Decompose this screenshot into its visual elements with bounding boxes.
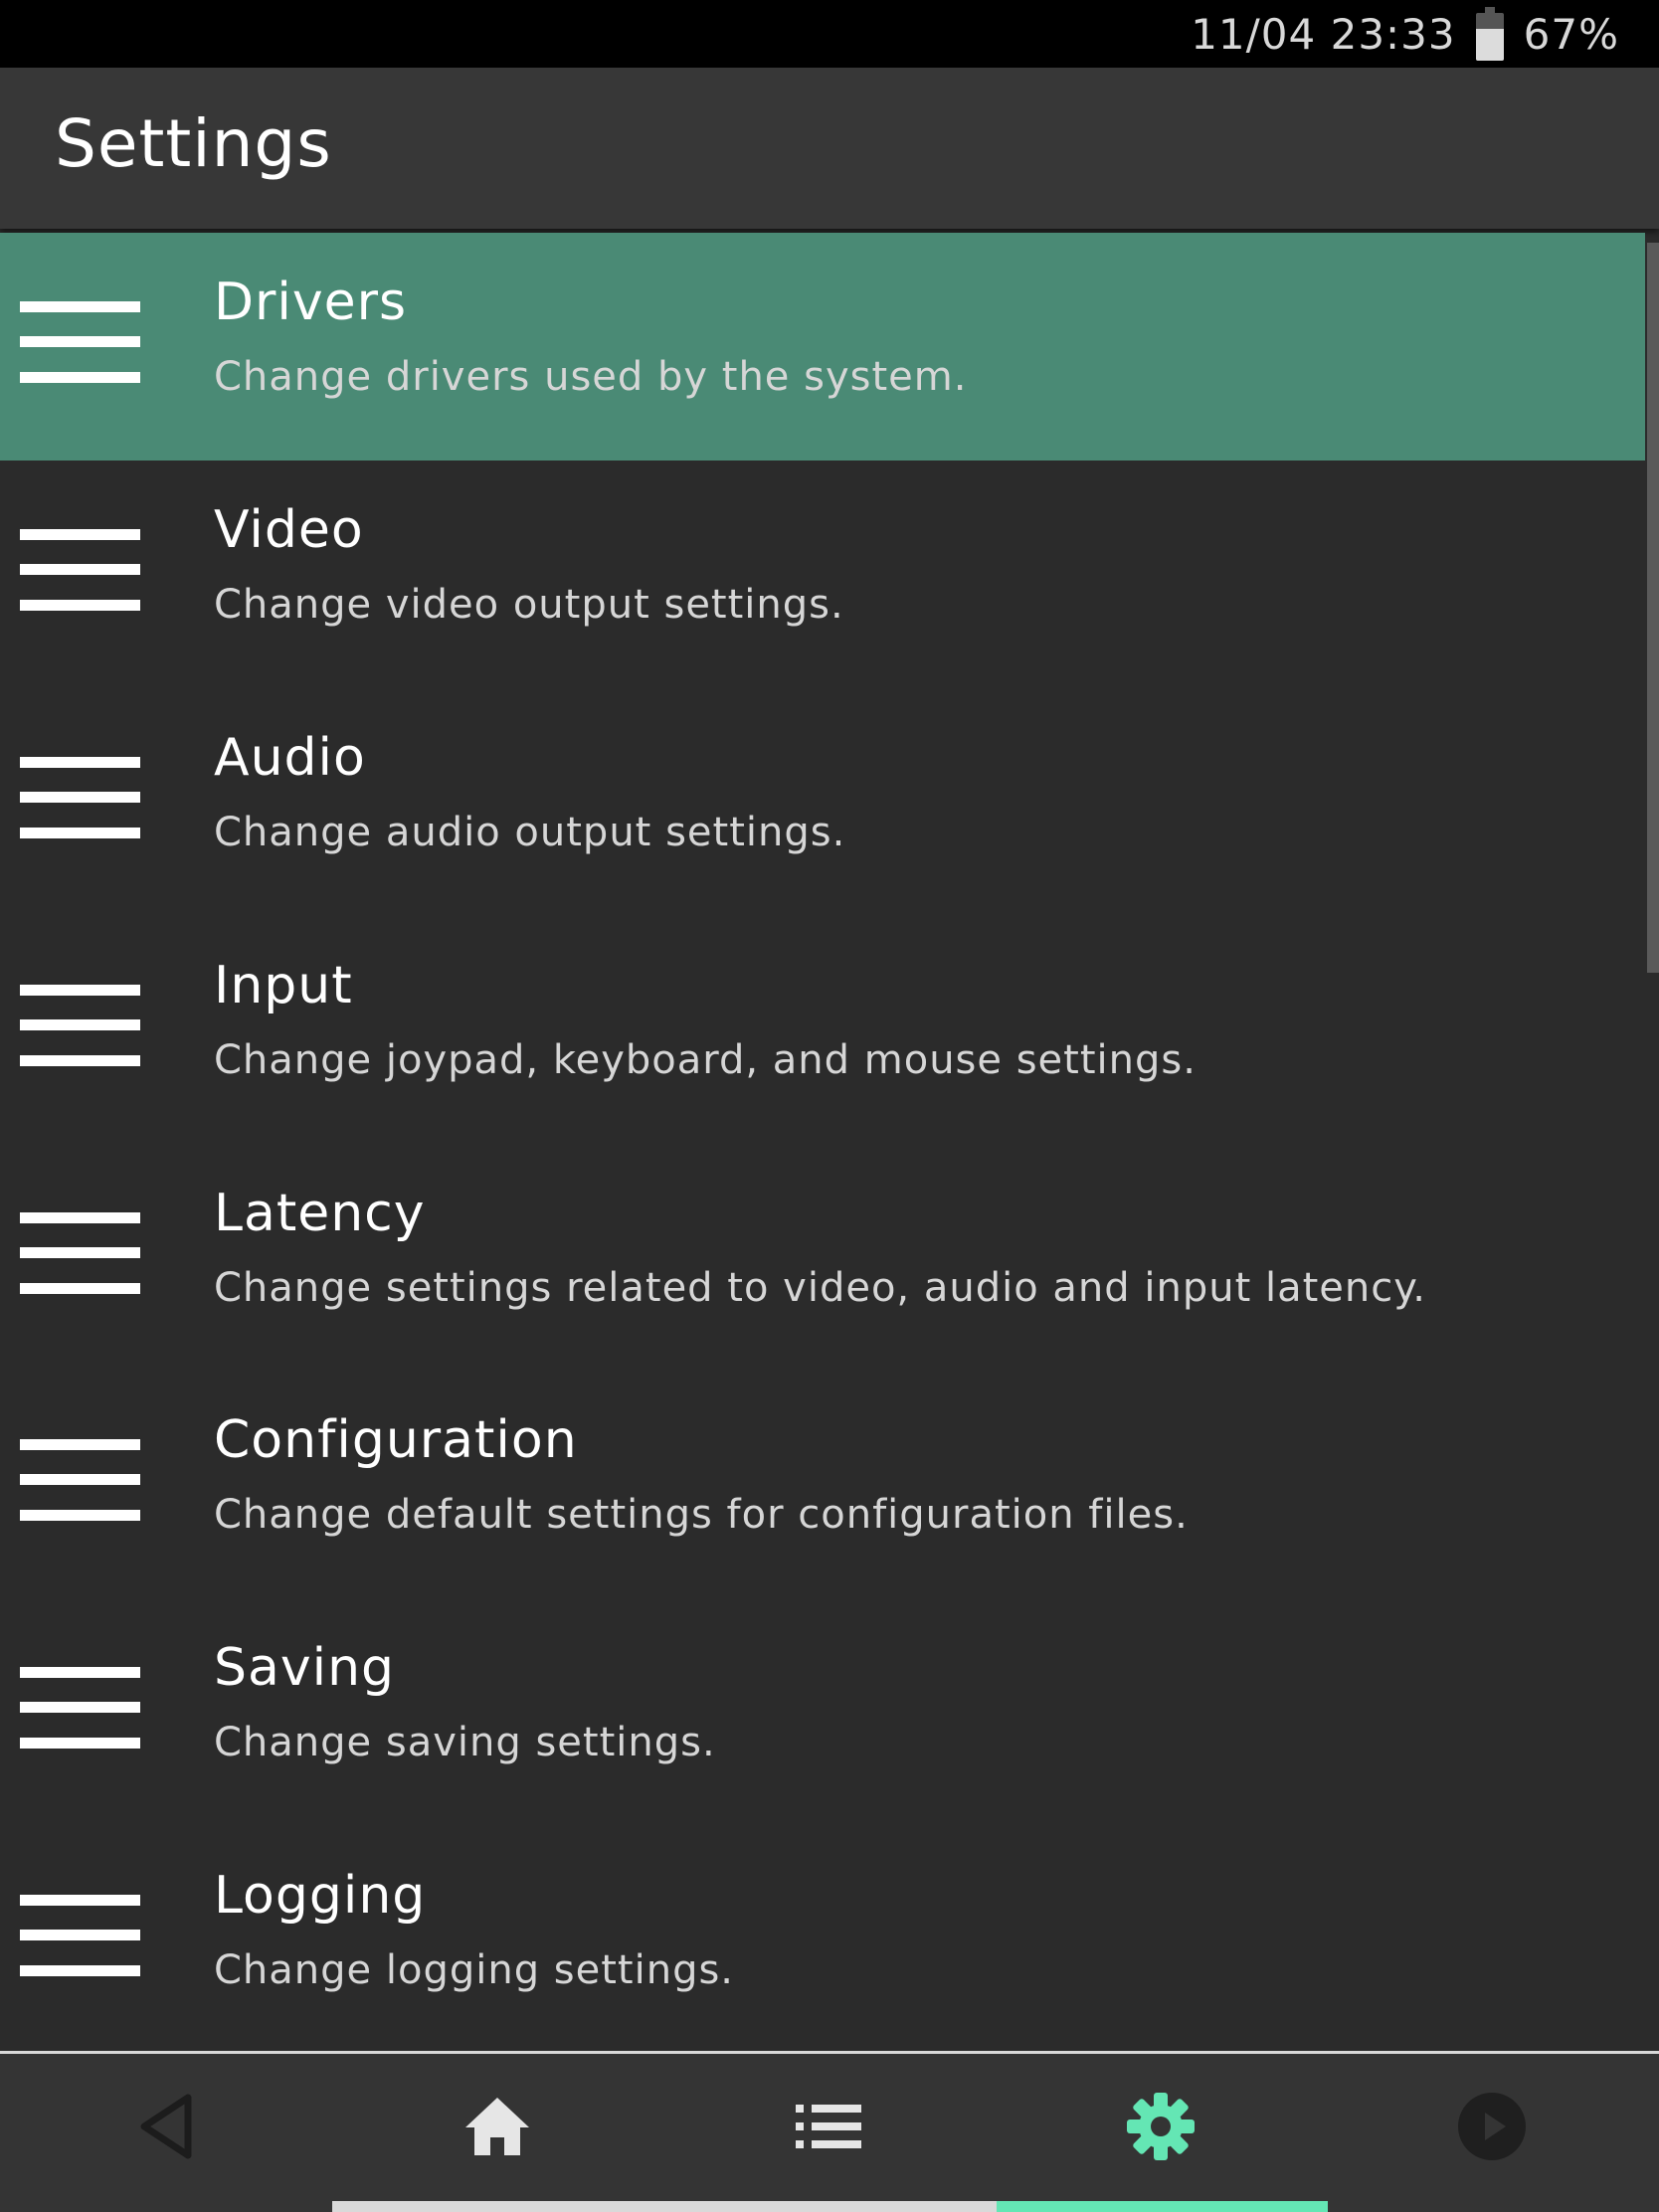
menu-item-audio[interactable]: Audio Change audio output settings.	[0, 688, 1645, 916]
settings-button[interactable]	[1101, 2082, 1220, 2171]
menu-item-drivers[interactable]: Drivers Change drivers used by the syste…	[0, 233, 1645, 461]
menu-item-input[interactable]: Input Change joypad, keyboard, and mouse…	[0, 916, 1645, 1144]
menu-item-sublabel: Change settings related to video, audio …	[214, 1265, 1426, 1311]
menu-item-video[interactable]: Video Change video output settings.	[0, 461, 1645, 688]
menu-item-label: Saving	[214, 1638, 396, 1698]
scrollbar[interactable]	[1647, 243, 1659, 973]
menu-item-configuration[interactable]: Configuration Change default settings fo…	[0, 1371, 1645, 1598]
menu-item-logging[interactable]: Logging Change logging settings.	[0, 1826, 1645, 2054]
battery-percentage: 67%	[1523, 9, 1619, 59]
menu-item-sublabel: Change default settings for configuratio…	[214, 1492, 1189, 1538]
tab-track	[332, 2201, 997, 2212]
menu-lines-icon	[20, 1212, 140, 1294]
play-icon	[1458, 2093, 1526, 2160]
status-datetime: 11/04 23:33	[1191, 9, 1456, 59]
active-tab-indicator	[997, 2201, 1328, 2212]
menu-item-label: Drivers	[214, 273, 408, 332]
title-bar: Settings	[0, 68, 1659, 229]
settings-icon	[1127, 2093, 1195, 2160]
menu-lines-icon	[20, 985, 140, 1066]
back-icon	[140, 2094, 192, 2159]
bottom-nav	[0, 2054, 1659, 2212]
menu-item-saving[interactable]: Saving Change saving settings.	[0, 1598, 1645, 1826]
menu-item-label: Video	[214, 500, 364, 560]
menu-lines-icon	[20, 1667, 140, 1749]
playlist-icon	[796, 2105, 861, 2148]
menu-item-sublabel: Change drivers used by the system.	[214, 354, 968, 400]
menu-item-sublabel: Change audio output settings.	[214, 810, 846, 855]
home-button[interactable]	[438, 2082, 557, 2171]
run-button[interactable]	[1432, 2082, 1552, 2171]
menu-item-sublabel: Change video output settings.	[214, 582, 844, 628]
back-button[interactable]	[106, 2082, 226, 2171]
menu-lines-icon	[20, 1439, 140, 1521]
page-title: Settings	[55, 105, 332, 182]
menu-item-label: Configuration	[214, 1410, 578, 1470]
menu-lines-icon	[20, 1895, 140, 1976]
menu-lines-icon	[20, 301, 140, 383]
menu-item-sublabel: Change logging settings.	[214, 1947, 735, 1993]
playlists-button[interactable]	[769, 2082, 888, 2171]
menu-item-label: Latency	[214, 1184, 426, 1243]
settings-list: Drivers Change drivers used by the syste…	[0, 233, 1659, 2051]
menu-item-label: Logging	[214, 1866, 427, 1926]
menu-item-latency[interactable]: Latency Change settings related to video…	[0, 1144, 1645, 1372]
menu-item-sublabel: Change saving settings.	[214, 1720, 716, 1765]
battery-icon	[1475, 7, 1504, 61]
menu-item-label: Audio	[214, 728, 366, 788]
menu-lines-icon	[20, 529, 140, 611]
home-icon	[465, 2098, 529, 2155]
status-bar: 11/04 23:33 67%	[0, 0, 1659, 68]
menu-item-sublabel: Change joypad, keyboard, and mouse setti…	[214, 1037, 1197, 1083]
menu-lines-icon	[20, 757, 140, 838]
menu-item-label: Input	[214, 956, 353, 1015]
